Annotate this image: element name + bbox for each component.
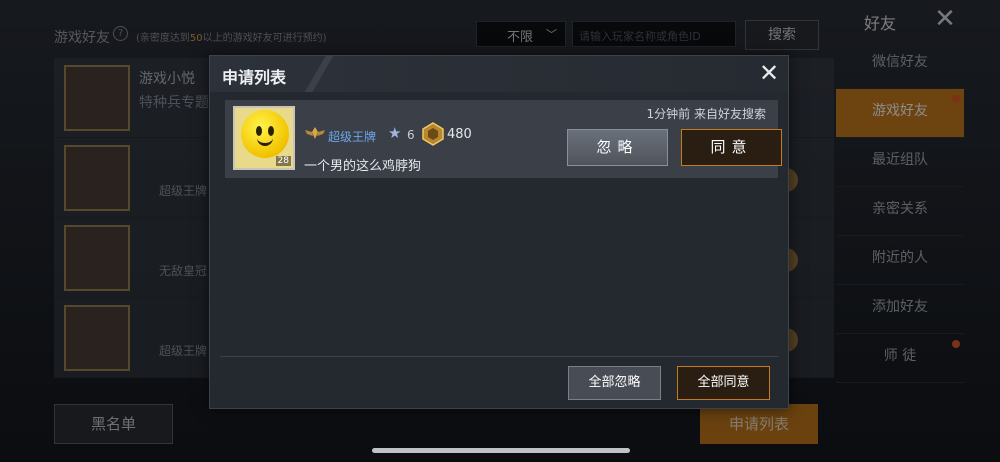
dialog-title: 申请列表 [222,68,287,87]
player-name: 一个男的这么鸡脖狗 [304,159,422,174]
avatar[interactable]: 28 [233,106,295,170]
rank-label: 超级王牌 [328,130,377,144]
request-card: 28 超级王牌 ★ 6 480 一个男的这么鸡脖狗 1分钟前 来自好友搜索 忽略… [225,100,782,178]
divider [220,356,778,357]
agree-all-button[interactable]: 全部同意 [677,366,770,400]
home-indicator-bar[interactable] [372,448,630,453]
dialog-header: 申请列表 ✕ [210,56,788,92]
rank-wings-icon [305,127,325,139]
agree-button[interactable]: 同意 [681,129,782,166]
star-icon: ★ [388,124,402,142]
ignore-all-button[interactable]: 全部忽略 [568,366,661,400]
rating-score: 480 [447,127,472,142]
header-accent-stripe [305,56,335,92]
ignore-button[interactable]: 忽略 [567,129,668,166]
star-count: 6 [407,128,415,142]
player-level: 28 [275,156,291,166]
apply-list-dialog: 申请列表 ✕ 28 超级王牌 ★ 6 480 一个男的这么鸡脖狗 1分钟前 来自… [209,55,789,409]
close-icon[interactable]: ✕ [754,58,784,88]
request-time-source: 1分钟前 来自好友搜索 [646,107,766,121]
rating-badge-icon [422,122,444,146]
emoji-face-avatar [241,110,289,158]
